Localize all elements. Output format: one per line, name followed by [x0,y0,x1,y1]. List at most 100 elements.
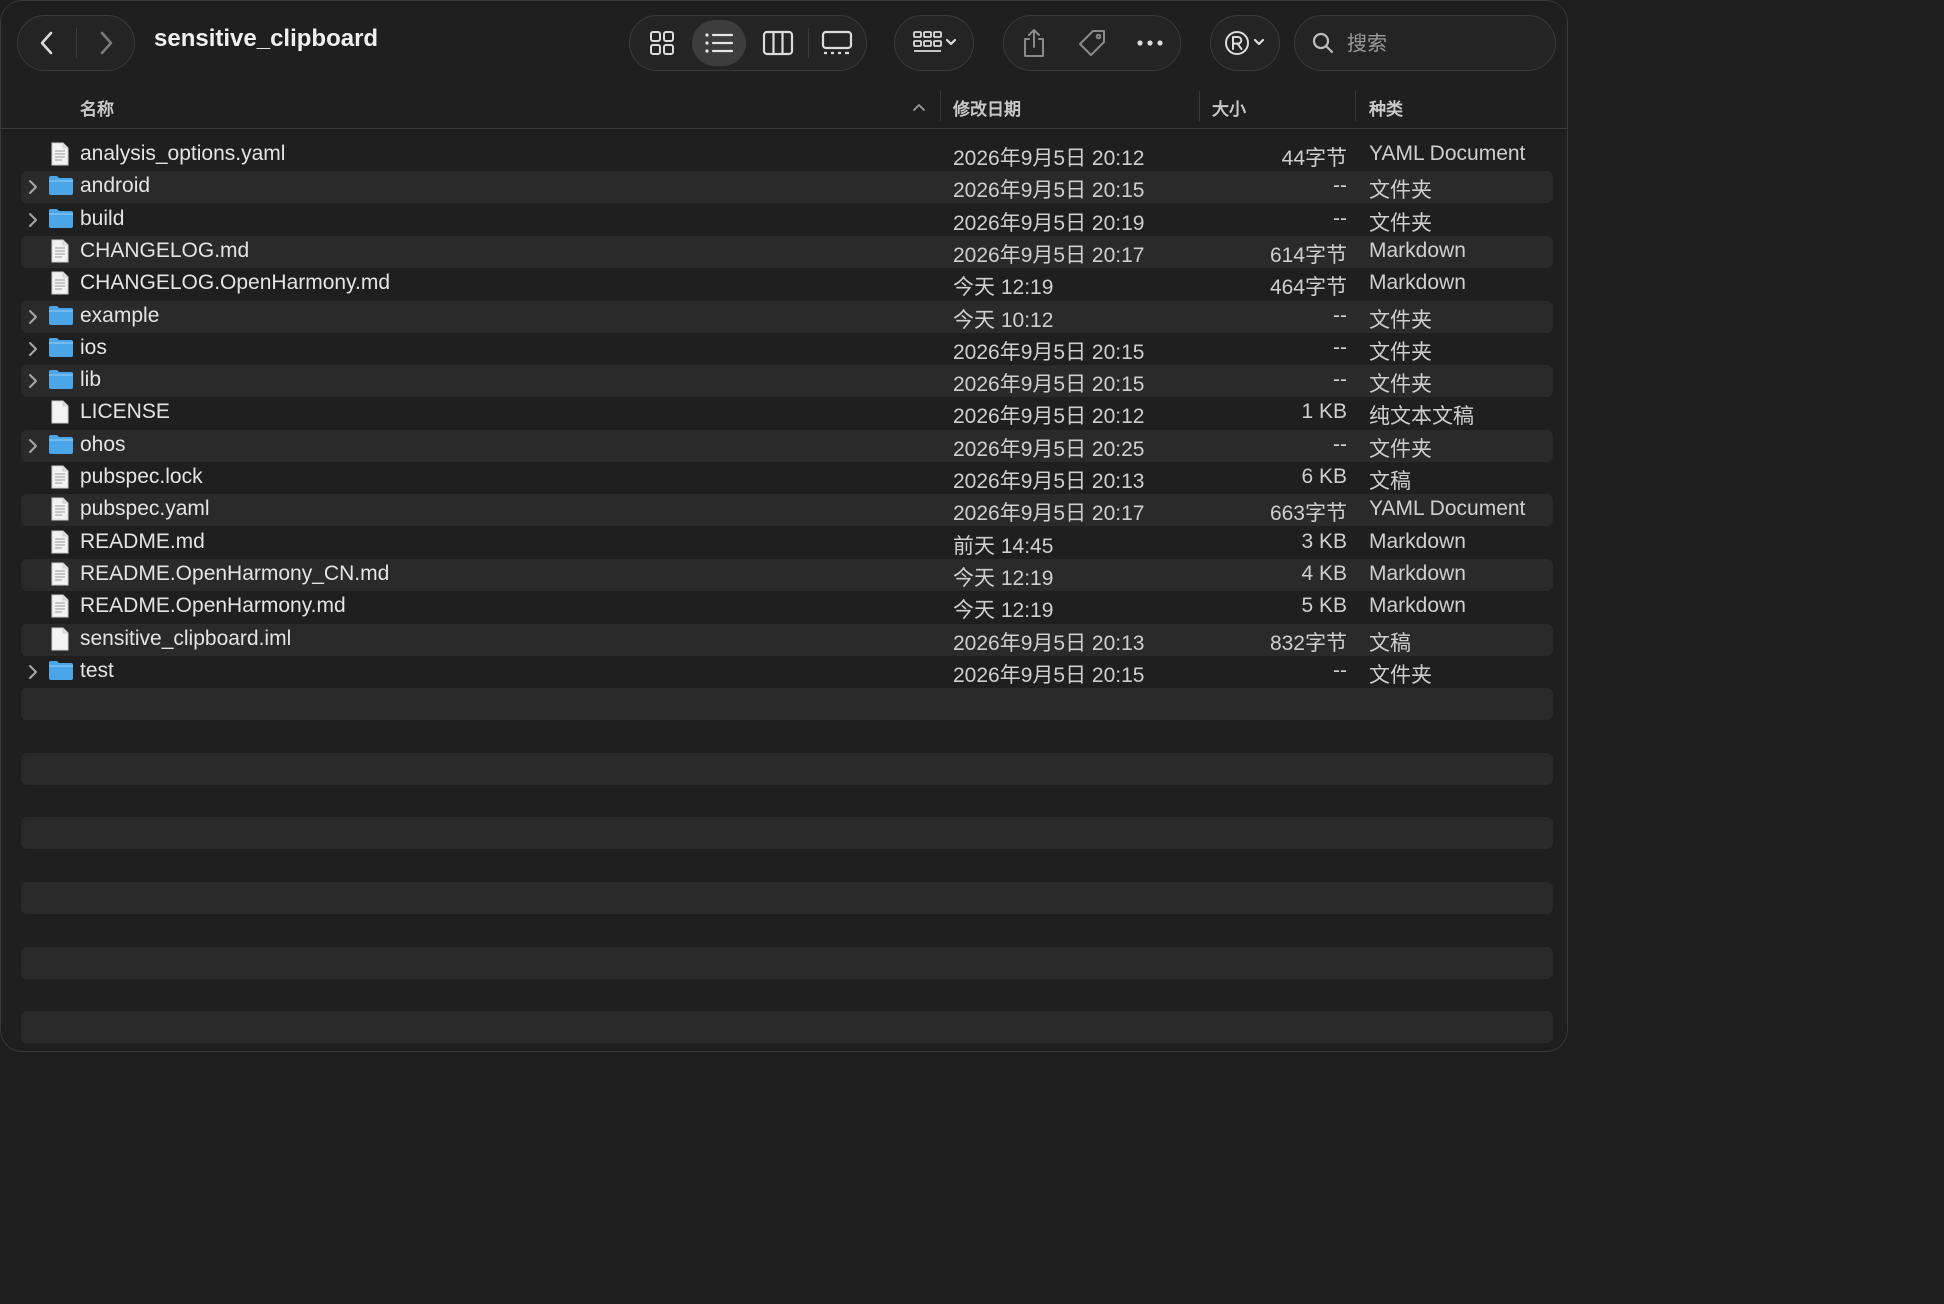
file-name: README.OpenHarmony_CN.md [80,561,390,585]
document-icon [50,400,70,429]
file-name: README.md [80,529,205,553]
file-kind: 文件夹 [1369,373,1432,397]
file-kind: Markdown [1369,529,1466,553]
search-input[interactable] [1345,26,1529,62]
document-icon [50,530,70,559]
file-kind: Markdown [1369,238,1466,262]
file-row[interactable]: CHANGELOG.OpenHarmony.md 今天 12:19 464字节 Mar… [21,268,1553,300]
column-size-header[interactable]: 大小 [1212,95,1246,120]
file-size: 44字节 [1281,147,1347,170]
file-size: -- [1333,303,1347,327]
empty-row [21,688,1553,721]
chevron-right-icon[interactable] [27,341,39,362]
list-view-icon [704,31,734,55]
file-row[interactable]: README.md 前天 14:45 3 KB Markdown [21,527,1553,559]
empty-row [21,752,1553,785]
column-view-button[interactable] [750,16,806,70]
file-row[interactable]: sensitive_clipboard.iml 2026年9月5日 20:13 83… [21,623,1553,656]
folder-row[interactable]: lib 2026年9月5日 20:15 -- 文件夹 [21,365,1553,398]
file-size: 832字节 [1269,631,1347,655]
file-kind: Markdown [1369,561,1466,585]
file-kind: 文件夹 [1369,340,1432,364]
file-size: -- [1333,335,1347,359]
list-view-button[interactable] [692,20,746,66]
file-size: 663字节 [1269,502,1347,526]
column-divider[interactable] [940,91,941,121]
file-row[interactable]: CHANGELOG.md 2026年9月5日 20:17 614字节 Markdown [21,235,1553,268]
group-by-button[interactable] [894,15,974,71]
actions-group [1003,15,1181,71]
file-date: 2026年9月5日 20:13 [953,631,1145,655]
file-row[interactable]: README.OpenHarmony_CN.md 今天 12:19 4 KB Mark… [21,558,1553,591]
empty-row [21,817,1553,850]
file-date: 2026年9月5日 20:15 [953,373,1145,397]
chevron-right-icon[interactable] [27,664,39,685]
file-size: 5 KB [1301,594,1347,618]
folder-row[interactable]: build 2026年9月5日 20:19 -- 文件夹 [21,204,1553,236]
document-icon [50,465,70,494]
file-kind: YAML Document [1369,497,1526,521]
account-control[interactable] [1215,16,1277,70]
file-row[interactable]: LICENSE 2026年9月5日 20:12 1 KB 纯文本文稿 [21,397,1553,429]
more-button[interactable] [1122,16,1178,70]
chevron-right-icon[interactable] [27,438,39,459]
search-field[interactable] [1294,15,1556,71]
file-size: 4 KB [1301,561,1347,585]
file-date: 2026年9月5日 20:19 [953,211,1145,235]
column-date-header[interactable]: 修改日期 [953,95,1021,120]
document-icon [50,142,70,171]
file-kind: 文稿 [1369,631,1411,655]
file-date: 2026年9月5日 20:15 [953,340,1145,364]
folder-row[interactable]: ohos 2026年9月5日 20:25 -- 文件夹 [21,429,1553,462]
file-kind: 文件夹 [1369,308,1432,332]
column-name-header[interactable]: 名称 [80,95,114,120]
column-divider[interactable] [1355,91,1356,121]
file-kind: YAML Document [1369,142,1526,165]
file-kind: 文件夹 [1369,211,1432,235]
file-name: ohos [80,432,126,456]
folder-row[interactable]: test 2026年9月5日 20:15 -- 文件夹 [21,656,1553,688]
file-date: 2026年9月5日 20:15 [953,663,1145,687]
column-divider[interactable] [1199,91,1200,121]
chevron-right-icon[interactable] [27,179,39,200]
chevron-right-icon[interactable] [27,373,39,394]
chevron-right-icon[interactable] [27,212,39,233]
folder-icon [48,304,74,331]
folder-row[interactable]: example 今天 10:12 -- 文件夹 [21,300,1553,333]
folder-icon [48,336,74,363]
file-row[interactable]: README.OpenHarmony.md 今天 12:19 5 KB Markdow… [21,591,1553,623]
sort-ascending-icon[interactable] [912,99,926,117]
column-kind-header[interactable]: 种类 [1369,95,1403,120]
toolbar: sensitive_clipboard [1,1,1567,85]
share-button[interactable] [1006,16,1062,70]
icon-view-icon [649,30,675,56]
file-row[interactable]: pubspec.yaml 2026年9月5日 20:17 663字节 YAML Doc… [21,494,1553,527]
file-name: README.OpenHarmony.md [80,594,346,618]
chevron-right-icon[interactable] [27,309,39,330]
file-kind: 文稿 [1369,470,1411,493]
finder-window: sensitive_clipboard 搜索 名称 修改日期 大小 种类 ana… [0,0,1568,1052]
forward-button[interactable] [77,16,135,70]
file-date: 2026年9月5日 20:12 [953,147,1145,170]
tag-button[interactable] [1064,16,1120,70]
more-icon [1136,39,1164,47]
file-row[interactable]: analysis_options.yaml 2026年9月5日 20:12 44字节… [21,139,1553,171]
folder-icon [48,174,74,201]
file-date: 2026年9月5日 20:12 [953,405,1145,429]
folder-row[interactable]: android 2026年9月5日 20:15 -- 文件夹 [21,171,1553,204]
back-button[interactable] [18,16,76,70]
file-size: -- [1333,368,1347,392]
file-kind: 纯文本文稿 [1369,405,1474,429]
account-button[interactable] [1210,15,1280,71]
tag-icon [1077,28,1107,58]
document-icon [50,497,70,526]
file-date: 2026年9月5日 20:13 [953,470,1145,493]
document-icon [50,627,70,656]
file-row[interactable]: pubspec.lock 2026年9月5日 20:13 6 KB 文稿 [21,462,1553,494]
icon-view-button[interactable] [634,16,690,70]
gallery-view-button[interactable] [809,16,865,70]
group-by-control[interactable] [903,16,967,70]
document-icon [50,562,70,591]
folder-row[interactable]: ios 2026年9月5日 20:15 -- 文件夹 [21,333,1553,365]
file-date: 前天 14:45 [953,534,1054,558]
